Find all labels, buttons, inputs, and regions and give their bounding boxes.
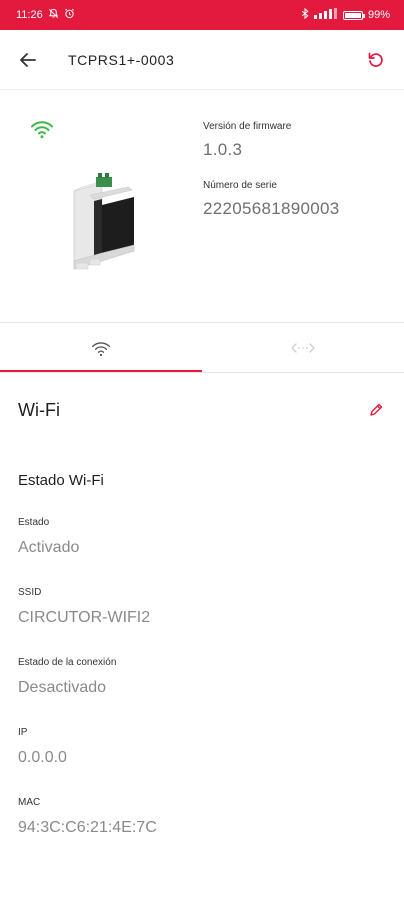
field-value: CIRCUTOR-WIFI2: [18, 609, 151, 626]
status-bar-right: 99%: [301, 7, 390, 22]
back-button[interactable]: [0, 30, 56, 90]
firmware-value: 1.0.3: [203, 140, 243, 159]
bluetooth-icon: [301, 7, 309, 22]
firmware-info: Versión de firmware 1.0.3: [203, 121, 291, 160]
field-label: Estado de la conexión: [18, 657, 117, 668]
refresh-button[interactable]: [348, 30, 404, 90]
field-mac: MAC 94:3C:C6:21:4E:7C: [18, 797, 157, 837]
battery-level: [344, 12, 361, 18]
device-header: Versión de firmware 1.0.3 Número de seri…: [0, 91, 404, 323]
field-value: 94:3C:C6:21:4E:7C: [18, 819, 157, 836]
tab-divider: [0, 372, 404, 373]
battery-percent: 99%: [367, 9, 390, 21]
signal-icon: [313, 8, 338, 22]
field-ssid: SSID CIRCUTOR-WIFI2: [18, 587, 150, 627]
arrow-left-icon: [20, 52, 36, 67]
tab-wifi[interactable]: [0, 324, 202, 372]
serial-label: Número de serie: [203, 180, 277, 191]
alarm-icon: [64, 8, 75, 22]
pencil-icon: [370, 403, 383, 416]
battery-icon: [342, 10, 365, 20]
wifi-icon: [30, 119, 54, 144]
field-label: Estado: [18, 517, 50, 528]
status-time: 11:26: [16, 9, 43, 21]
field-value: Activado: [18, 539, 80, 556]
page-title: TCPRS1+-0003: [68, 51, 175, 68]
field-connection-state: Estado de la conexión Desactivado: [18, 657, 116, 697]
tab-ethernet[interactable]: [202, 324, 404, 372]
field-ip: IP 0.0.0.0: [18, 727, 67, 767]
app-bar: TCPRS1+-0003: [0, 30, 404, 90]
serial-info: Número de serie 22205681890003: [203, 180, 340, 219]
device-image: [62, 171, 142, 276]
wifi-status-title: Estado Wi-Fi: [18, 472, 104, 489]
bell-off-icon: [48, 8, 59, 22]
ethernet-icon: [291, 343, 315, 353]
field-estado: Estado Activado: [18, 517, 79, 557]
status-bar-left: 11:26: [16, 8, 75, 22]
field-value: Desactivado: [18, 679, 107, 696]
refresh-icon: [368, 52, 383, 67]
serial-value: 22205681890003: [203, 199, 340, 218]
status-bar: 11:26 99%: [0, 0, 404, 30]
wifi-icon: [92, 341, 111, 356]
field-label: SSID: [18, 587, 42, 598]
edit-button[interactable]: [362, 396, 390, 424]
field-value: 0.0.0.0: [18, 749, 67, 766]
field-label: MAC: [18, 797, 41, 808]
firmware-label: Versión de firmware: [203, 121, 292, 132]
field-label: IP: [18, 727, 28, 738]
section-title: Wi-Fi: [18, 400, 60, 420]
connection-tabs: [0, 324, 404, 372]
